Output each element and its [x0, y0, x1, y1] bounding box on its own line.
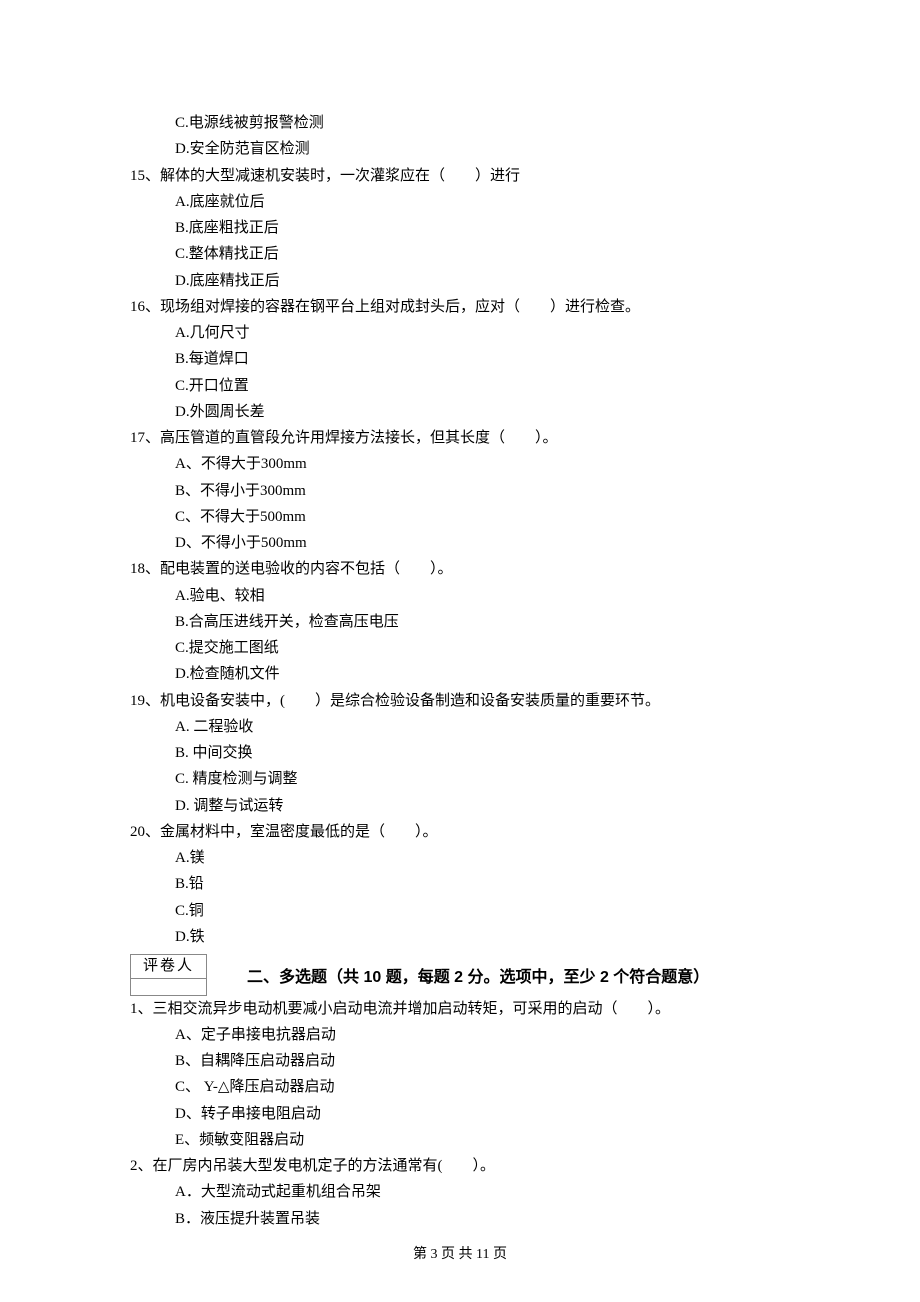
- question-19-option-a: A. 二程验收: [175, 714, 790, 740]
- question-18-option-c: C.提交施工图纸: [175, 635, 790, 661]
- question-18-option-a: A.验电、较相: [175, 583, 790, 609]
- question-19-stem: 19、机电设备安装中，( ）是综合检验设备制造和设备安装质量的重要环节。: [130, 688, 790, 714]
- question-17-option-d: D、不得小于500mm: [175, 530, 790, 556]
- question-15-stem: 15、解体的大型减速机安装时，一次灌浆应在（ ）进行: [130, 163, 790, 189]
- question-15: 15、解体的大型减速机安装时，一次灌浆应在（ ）进行 A.底座就位后 B.底座粗…: [130, 163, 790, 294]
- question-16-stem: 16、现场组对焊接的容器在钢平台上组对成封头后，应对（ ）进行检查。: [130, 294, 790, 320]
- multi-question-1: 1、三相交流异步电动机要减小启动电流并增加启动转矩，可采用的启动（ ）。 A、定…: [130, 996, 790, 1154]
- question-15-option-a: A.底座就位后: [175, 189, 790, 215]
- page-footer: 第 3 页 共 11 页: [0, 1243, 920, 1268]
- question-16-option-c: C.开口位置: [175, 373, 790, 399]
- question-20-option-b: B.铅: [175, 871, 790, 897]
- question-15-option-b: B.底座粗找正后: [175, 215, 790, 241]
- section-2-heading: 二、多选题（共 10 题，每题 2 分。选项中，至少 2 个符合题意）: [247, 964, 709, 996]
- multi-question-2-option-a: A．大型流动式起重机组合吊架: [175, 1179, 790, 1205]
- multi-question-1-option-d: D、转子串接电阻启动: [175, 1101, 790, 1127]
- question-19: 19、机电设备安装中，( ）是综合检验设备制造和设备安装质量的重要环节。 A. …: [130, 688, 790, 819]
- page-container: C.电源线被剪报警检测 D.安全防范盲区检测 15、解体的大型减速机安装时，一次…: [0, 0, 920, 1302]
- multi-question-1-option-e: E、频敏变阻器启动: [175, 1127, 790, 1153]
- question-20-option-d: D.铁: [175, 924, 790, 950]
- question-17-option-a: A、不得大于300mm: [175, 451, 790, 477]
- question-17-option-b: B、不得小于300mm: [175, 478, 790, 504]
- multi-question-1-option-a: A、定子串接电抗器启动: [175, 1022, 790, 1048]
- grader-box: 评卷人: [130, 954, 207, 996]
- question-18: 18、配电装置的送电验收的内容不包括（ ）。 A.验电、较相 B.合高压进线开关…: [130, 556, 790, 687]
- multi-question-1-option-c: C、 Y-△降压启动器启动: [175, 1074, 790, 1100]
- question-19-option-b: B. 中间交换: [175, 740, 790, 766]
- question-18-stem: 18、配电装置的送电验收的内容不包括（ ）。: [130, 556, 790, 582]
- grader-label: 评卷人: [131, 955, 206, 979]
- question-18-option-b: B.合高压进线开关，检查高压电压: [175, 609, 790, 635]
- question-19-option-c: C. 精度检测与调整: [175, 766, 790, 792]
- question-17: 17、高压管道的直管段允许用焊接方法接长，但其长度（ ）。 A、不得大于300m…: [130, 425, 790, 556]
- question-20: 20、金属材料中，室温密度最低的是（ ）。 A.镁 B.铅 C.铜 D.铁: [130, 819, 790, 950]
- multi-question-1-option-b: B、自耦降压启动器启动: [175, 1048, 790, 1074]
- question-17-stem: 17、高压管道的直管段允许用焊接方法接长，但其长度（ ）。: [130, 425, 790, 451]
- question-20-stem: 20、金属材料中，室温密度最低的是（ ）。: [130, 819, 790, 845]
- question-15-option-c: C.整体精找正后: [175, 241, 790, 267]
- question-14-option-c: C.电源线被剪报警检测: [175, 110, 790, 136]
- question-16-option-a: A.几何尺寸: [175, 320, 790, 346]
- section-2-header-row: 评卷人 二、多选题（共 10 题，每题 2 分。选项中，至少 2 个符合题意）: [130, 954, 790, 996]
- multi-question-2-stem: 2、在厂房内吊装大型发电机定子的方法通常有( ）。: [130, 1153, 790, 1179]
- question-18-option-d: D.检查随机文件: [175, 661, 790, 687]
- question-16-option-d: D.外圆周长差: [175, 399, 790, 425]
- multi-question-2-option-b: B．液压提升装置吊装: [175, 1206, 790, 1232]
- multi-question-1-stem: 1、三相交流异步电动机要减小启动电流并增加启动转矩，可采用的启动（ ）。: [130, 996, 790, 1022]
- question-15-option-d: D.底座精找正后: [175, 268, 790, 294]
- question-16-option-b: B.每道焊口: [175, 346, 790, 372]
- question-14-continued: C.电源线被剪报警检测 D.安全防范盲区检测: [130, 110, 790, 163]
- question-20-option-c: C.铜: [175, 898, 790, 924]
- question-16: 16、现场组对焊接的容器在钢平台上组对成封头后，应对（ ）进行检查。 A.几何尺…: [130, 294, 790, 425]
- multi-question-2: 2、在厂房内吊装大型发电机定子的方法通常有( ）。 A．大型流动式起重机组合吊架…: [130, 1153, 790, 1232]
- question-17-option-c: C、不得大于500mm: [175, 504, 790, 530]
- question-20-option-a: A.镁: [175, 845, 790, 871]
- grader-blank: [131, 979, 206, 995]
- question-19-option-d: D. 调整与试运转: [175, 793, 790, 819]
- question-14-option-d: D.安全防范盲区检测: [175, 136, 790, 162]
